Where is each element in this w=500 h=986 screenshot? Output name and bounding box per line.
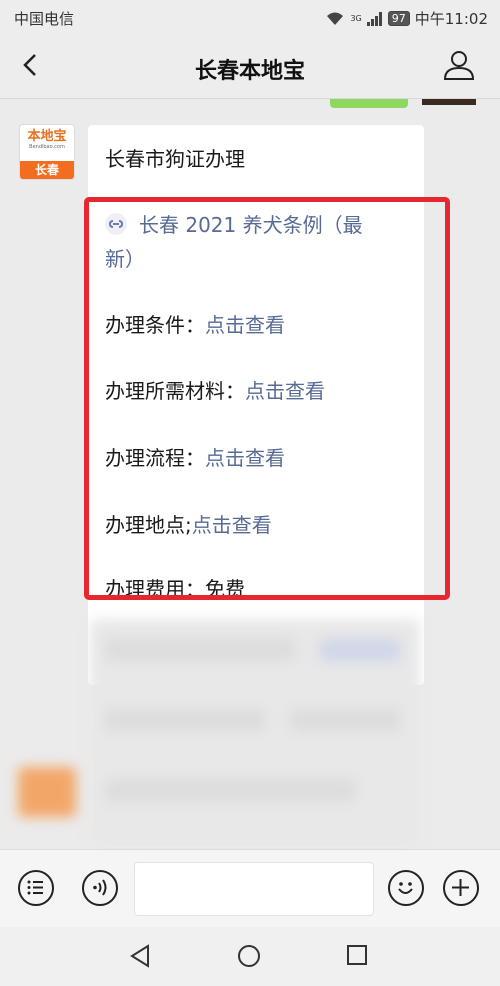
message-title: 长春市狗证办理 (105, 147, 245, 171)
logo-text: 本地宝 (27, 129, 67, 144)
avatar[interactable]: 本地宝 Bendibao.com 长春 (20, 125, 74, 179)
message-input[interactable] (134, 862, 374, 916)
voice-icon[interactable] (82, 870, 118, 906)
system-nav-bar (0, 927, 500, 986)
chat-area[interactable]: 本地宝 Bendibao.com 长春 长春市狗证办理 长春 2021 养犬条例… (0, 99, 500, 849)
input-bar (0, 849, 500, 928)
person-icon[interactable] (442, 48, 476, 82)
highlight-box (84, 197, 450, 600)
blurred-line (290, 709, 400, 731)
carrier-label: 中国电信 (14, 10, 75, 28)
chat-title: 长春本地宝 (194, 59, 305, 84)
network-type: 3G (350, 14, 362, 23)
chat-header: 长春本地宝 (0, 34, 500, 99)
avatar-city: 长春 (20, 161, 74, 179)
menu-list-icon[interactable] (18, 870, 54, 906)
blurred-line (105, 639, 295, 661)
battery-icon: 97 (387, 11, 410, 26)
clock: 中午11:02 (414, 10, 488, 28)
square-recents-icon[interactable] (345, 943, 369, 967)
emoji-icon[interactable] (388, 870, 424, 906)
triangle-back-icon[interactable] (128, 943, 152, 969)
wifi-icon (327, 12, 344, 25)
blurred-line (105, 779, 355, 801)
sent-message-stub (330, 99, 408, 108)
logo-subtext: Bendibao.com (29, 144, 65, 150)
status-bar: 中国电信 3G 97 中午11:02 (0, 0, 500, 34)
blurred-avatar (18, 767, 76, 817)
circle-home-icon[interactable] (236, 943, 262, 969)
status-icons: 3G 97 中午11:02 (325, 8, 488, 29)
signal-icon (366, 11, 382, 26)
blurred-line (105, 709, 265, 731)
sent-image-stub (422, 99, 476, 105)
plus-icon[interactable] (443, 870, 479, 906)
blurred-line (320, 639, 400, 661)
